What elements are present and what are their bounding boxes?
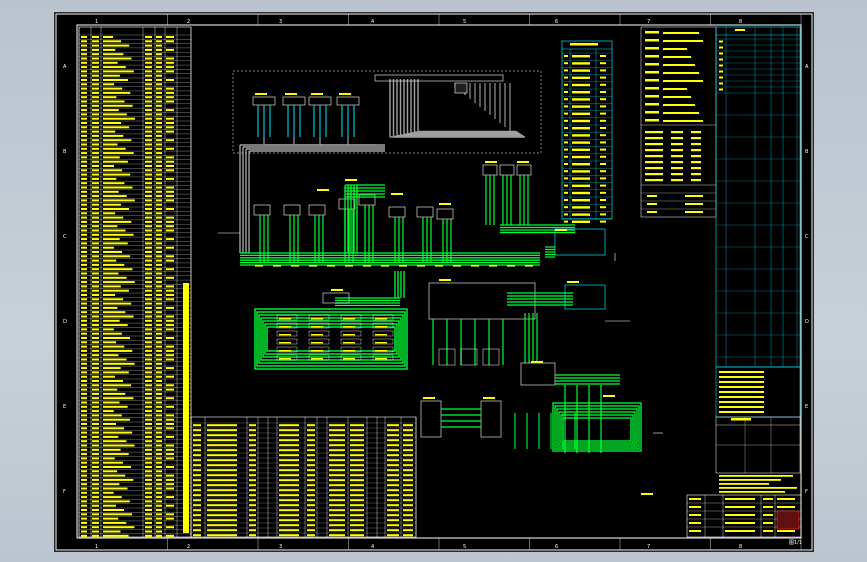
grid-row-label: E [805,404,808,410]
outer-frame [55,13,813,551]
grid-row-label: D [63,319,67,325]
grid-col-label: 1 [95,19,98,25]
grid-col-label: 3 [279,544,282,550]
grid-col-label: 5 [463,544,466,550]
grid-row-label: C [63,234,67,240]
grid-col-label: 6 [555,19,558,25]
grid-col-label: 4 [371,544,374,550]
wiring-diagram-canvas[interactable]: 1 1 2 2 3 3 4 4 5 5 6 6 7 7 8 8 A A B B C C D D E E F F 图1/1 [55,13,813,551]
grid-col-label: 4 [371,19,374,25]
grid-row-label: B [805,149,809,155]
grid-col-label: 7 [647,544,650,550]
grid-col-label: 2 [187,19,190,25]
wiring-network [218,74,663,453]
info-block [715,366,801,493]
grid-col-label: 8 [739,19,742,25]
sheet-label: 图1/1 [789,540,802,546]
grid-row-label: E [63,404,66,410]
grid-reference-labels: 1 1 2 2 3 3 4 4 5 5 6 6 7 7 8 8 A A B B C C D D E E F F [63,14,809,550]
revision-table [715,26,801,368]
grid-row-label: A [63,64,67,70]
grid-col-label: 6 [555,544,558,550]
terminal-list-table [561,40,613,223]
cable-schedule-table [78,26,192,538]
notes-block [640,26,717,218]
grid-col-label: 3 [279,19,282,25]
grid-col-label: 2 [187,544,190,550]
grid-row-label: D [805,319,809,325]
grid-col-label: 1 [95,544,98,550]
grid-row-label: A [805,64,809,70]
grid-col-label: 5 [463,19,466,25]
grid-row-label: C [805,234,809,240]
grid-row-label: F [805,489,808,495]
grid-col-label: 7 [647,19,650,25]
cad-viewport[interactable]: 1 1 2 2 3 3 4 4 5 5 6 6 7 7 8 8 A A B B C C D D E E F F 图1/1 [54,12,814,552]
grid-row-label: B [63,149,67,155]
grid-col-label: 8 [739,544,742,550]
grid-row-label: F [63,489,66,495]
equipment-list-table [190,416,417,538]
